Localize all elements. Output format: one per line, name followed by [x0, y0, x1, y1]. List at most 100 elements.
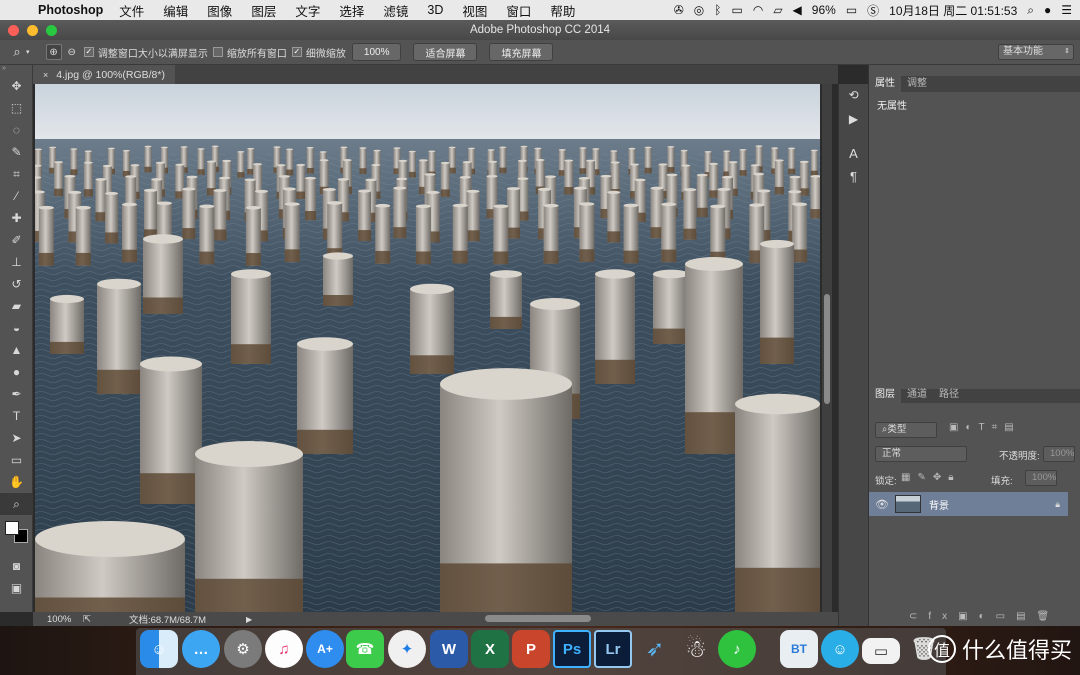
menu-window[interactable]: 窗口	[506, 1, 531, 20]
document-canvas[interactable]	[35, 84, 820, 612]
preset-dropdown-icon[interactable]: ▾	[26, 48, 30, 56]
menu-filter[interactable]: 滤镜	[383, 1, 408, 20]
clone-stamp-tool-icon[interactable]: ⊥	[0, 251, 33, 273]
layer-filter-icons[interactable]: ▣◐T⌗▤	[949, 422, 1021, 433]
fill-screen-button[interactable]: 填充屏幕	[489, 43, 554, 61]
powerpoint-dock-icon[interactable]: P	[512, 630, 550, 668]
blur-tool-icon[interactable]: ▲	[0, 339, 33, 361]
bt-download-dock-icon[interactable]: BT	[780, 630, 818, 668]
menu-layer[interactable]: 图层	[251, 1, 276, 20]
workspace-dropdown[interactable]: 基本功能 ⇕	[998, 44, 1074, 60]
layer-visibility-eye-icon[interactable]: 👁︎	[869, 498, 895, 511]
zoom-100-button[interactable]: 100%	[351, 43, 402, 61]
canvas-vertical-scrollbar[interactable]	[822, 84, 832, 612]
crop-tool-icon[interactable]: ⌗	[0, 163, 33, 185]
pen-tool-icon[interactable]: ✒	[0, 383, 33, 405]
scanner-dock-icon[interactable]: ▭	[862, 638, 900, 664]
music-dock-icon[interactable]: ♪	[718, 630, 756, 668]
tab-paths[interactable]: 路径	[933, 387, 965, 403]
system-preferences-dock-icon[interactable]: ⚙	[224, 630, 262, 668]
photoshop-dock-icon[interactable]: Ps	[553, 630, 591, 668]
minimize-window-button[interactable]	[27, 25, 38, 36]
bluetooth-icon[interactable]: ᛒ	[714, 3, 721, 17]
menu-file[interactable]: 文件	[119, 1, 144, 20]
scrubby-zoom-checkbox[interactable]: ✓	[291, 47, 302, 57]
zoom-tool-icon[interactable]: ⌕	[0, 493, 33, 515]
menu-select[interactable]: 选择	[339, 1, 364, 20]
tab-layers[interactable]: 图层	[869, 387, 901, 403]
character-panel-icon[interactable]: A	[839, 146, 868, 161]
tray-app-icon[interactable]: ✇	[674, 3, 684, 17]
lock-icons[interactable]: ▦✎✥🔒︎	[901, 472, 961, 483]
face-app-dock-icon[interactable]: ☺	[821, 630, 859, 668]
eyedropper-tool-icon[interactable]: ⁄	[0, 185, 33, 207]
excel-dock-icon[interactable]: X	[471, 630, 509, 668]
tab-adjustments[interactable]: 调整	[901, 76, 933, 92]
itunes-dock-icon[interactable]: ♫	[265, 630, 303, 668]
tab-channels[interactable]: 通道	[901, 387, 933, 403]
menu-view[interactable]: 视图	[462, 1, 487, 20]
zoom-out-icon[interactable]: ⊖	[68, 47, 76, 58]
zoom-level[interactable]: 100%	[33, 614, 83, 625]
history-panel-icon[interactable]: ⟲	[839, 88, 868, 102]
opacity-input[interactable]: 100%	[1043, 446, 1075, 462]
screen-mode-icon[interactable]: ▣	[0, 577, 33, 599]
airplay-icon[interactable]: ▱	[773, 3, 782, 17]
dodge-tool-icon[interactable]: ●	[0, 361, 33, 383]
fill-input[interactable]: 100%	[1025, 470, 1057, 486]
marquee-tool-icon[interactable]: ⬚	[0, 97, 33, 119]
menu-type[interactable]: 文字	[295, 1, 320, 20]
eraser-tool-icon[interactable]: ▰	[0, 295, 33, 317]
layer-filter-kind-dropdown[interactable]: ⌕类型	[875, 422, 937, 438]
spiral-icon[interactable]: ◎	[694, 3, 704, 17]
hand-tool-icon[interactable]: ✋	[0, 471, 33, 493]
finder-dock-icon[interactable]: ☺	[140, 630, 178, 668]
path-select-tool-icon[interactable]: ➤	[0, 427, 33, 449]
paragraph-panel-icon[interactable]: ¶	[839, 169, 868, 184]
close-window-button[interactable]	[8, 25, 19, 36]
menu-image[interactable]: 图像	[207, 1, 232, 20]
lightroom-dock-icon[interactable]: Lr	[594, 630, 632, 668]
zoom-window-button[interactable]	[46, 25, 57, 36]
quick-mask-icon[interactable]: ◙	[0, 555, 33, 577]
toolbox-collapse-icon[interactable]: »	[0, 65, 32, 75]
wifi-icon[interactable]: ◠	[753, 3, 763, 17]
foreground-color-swatch[interactable]	[5, 521, 19, 535]
horizontal-scroll-thumb[interactable]	[485, 615, 591, 622]
qq-dock-icon[interactable]: ☃	[677, 630, 715, 668]
siri-icon[interactable]: ●	[1044, 3, 1051, 17]
volume-icon[interactable]: ◀	[793, 3, 802, 17]
feather-dock-icon[interactable]: ➶	[636, 630, 674, 668]
layer-row-background[interactable]: 👁︎ 背景 🔒︎	[869, 492, 1068, 516]
lasso-tool-icon[interactable]: ◌	[0, 119, 33, 141]
zoom-all-windows-checkbox[interactable]	[212, 47, 223, 57]
move-tool-icon[interactable]: ✥	[0, 75, 33, 97]
actions-panel-icon[interactable]: ▶	[839, 112, 868, 126]
layers-footer-icons[interactable]: ⊂fx▣◐▭▤🗑︎	[909, 611, 1060, 622]
clock[interactable]: 10月18日 周二 01:51:53	[889, 2, 1017, 19]
instruments-dock-icon[interactable]: A+	[306, 630, 344, 668]
resize-windows-checkbox[interactable]: ✓	[83, 47, 94, 57]
history-brush-tool-icon[interactable]: ↺	[0, 273, 33, 295]
tab-properties[interactable]: 属性	[869, 76, 901, 92]
blend-mode-dropdown[interactable]: 正常	[875, 446, 967, 462]
display-icon[interactable]: ▭	[731, 3, 742, 17]
menu-3d[interactable]: 3D	[427, 3, 443, 17]
s-app-icon[interactable]: Ⓢ	[867, 2, 879, 19]
facetime-dock-icon[interactable]: ☎	[346, 630, 384, 668]
menu-edit[interactable]: 编辑	[163, 1, 188, 20]
status-menu-arrow-icon[interactable]: ▶	[246, 615, 252, 624]
export-icon[interactable]: ⇱	[83, 614, 129, 625]
type-tool-icon[interactable]: T	[0, 405, 33, 427]
safari-dock-icon[interactable]: ✦	[388, 630, 426, 668]
notification-center-icon[interactable]: ☰	[1061, 3, 1072, 17]
spotlight-icon[interactable]: ⌕	[1027, 3, 1034, 18]
messages-dock-icon[interactable]: …	[182, 630, 220, 668]
close-tab-icon[interactable]: ×	[43, 70, 48, 80]
tool-preset-zoom-icon[interactable]: ⌕	[10, 44, 24, 60]
fit-screen-button[interactable]: 适合屏幕	[413, 43, 478, 61]
zoom-in-icon[interactable]: ⊕	[45, 44, 62, 60]
menu-app-name[interactable]: Photoshop	[38, 3, 103, 17]
healing-brush-tool-icon[interactable]: ✚	[0, 207, 33, 229]
vertical-scroll-thumb[interactable]	[824, 294, 830, 404]
